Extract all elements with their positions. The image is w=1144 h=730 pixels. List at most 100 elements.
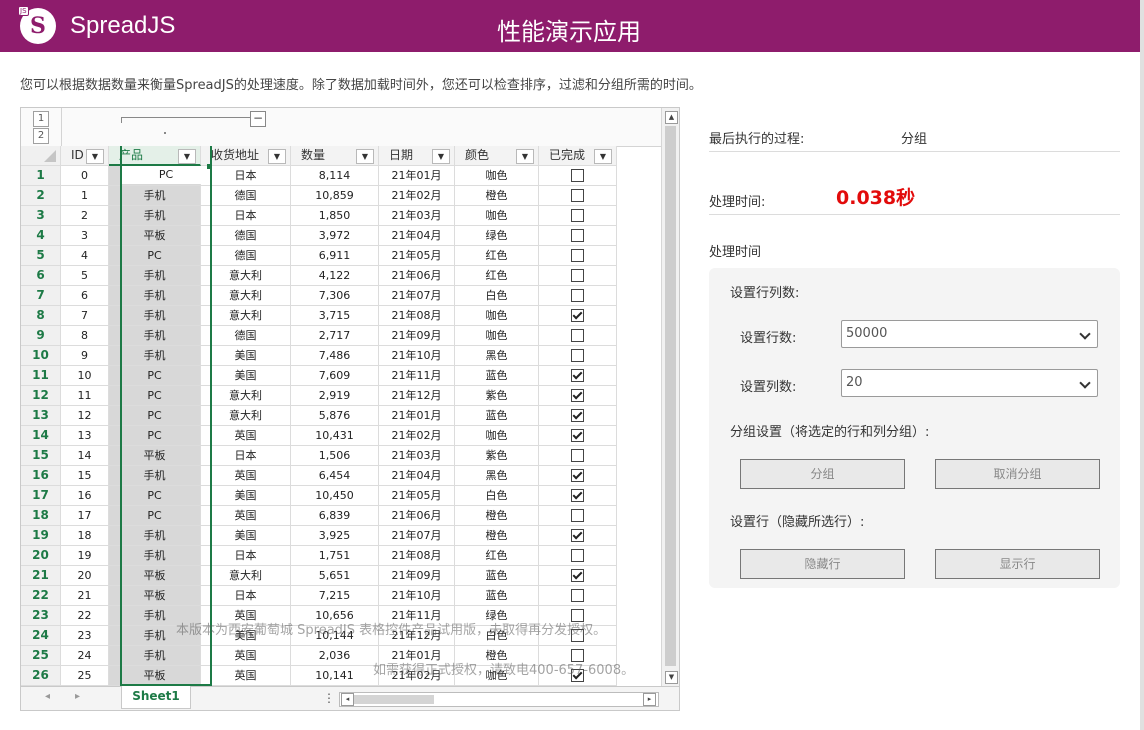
filter-dropdown-icon[interactable]: ▼: [432, 149, 450, 164]
data-cell[interactable]: 3,715: [291, 306, 379, 326]
row-header[interactable]: 13: [21, 406, 61, 426]
fill-handle[interactable]: [207, 164, 212, 169]
data-cell[interactable]: 0: [61, 166, 109, 186]
unchecked-checkbox[interactable]: [571, 328, 584, 342]
data-cell[interactable]: 2,919: [291, 386, 379, 406]
checkbox-cell[interactable]: [539, 266, 617, 286]
data-cell[interactable]: 21年04月: [379, 466, 455, 486]
unchecked-checkbox[interactable]: [571, 448, 584, 462]
checked-checkbox[interactable]: [571, 408, 584, 422]
data-cell[interactable]: 7,215: [291, 586, 379, 606]
data-cell[interactable]: 7,306: [291, 286, 379, 306]
unchecked-checkbox[interactable]: [571, 168, 584, 182]
data-cell[interactable]: 10: [61, 366, 109, 386]
unchecked-checkbox[interactable]: [571, 508, 584, 522]
data-cell[interactable]: 英国: [201, 466, 291, 486]
row-header[interactable]: 17: [21, 486, 61, 506]
data-cell[interactable]: 德国: [201, 186, 291, 206]
data-cell[interactable]: 美国: [201, 346, 291, 366]
data-cell[interactable]: 10,656: [291, 606, 379, 626]
data-cell[interactable]: 21年02月: [379, 186, 455, 206]
checkbox-cell[interactable]: [539, 386, 617, 406]
data-cell[interactable]: 蓝色: [455, 566, 539, 586]
row-header[interactable]: 7: [21, 286, 61, 306]
data-cell[interactable]: 10,141: [291, 666, 379, 686]
data-cell[interactable]: 手机: [109, 626, 201, 646]
data-cell[interactable]: 21年10月: [379, 346, 455, 366]
data-cell[interactable]: 21年01月: [379, 166, 455, 186]
data-cell[interactable]: 黑色: [455, 466, 539, 486]
data-cell[interactable]: 3,972: [291, 226, 379, 246]
data-cell[interactable]: 7: [61, 306, 109, 326]
data-cell[interactable]: 6,454: [291, 466, 379, 486]
unchecked-checkbox[interactable]: [571, 588, 584, 602]
data-cell[interactable]: 平板: [109, 446, 201, 466]
data-cell[interactable]: 英国: [201, 666, 291, 686]
data-cell[interactable]: 意大利: [201, 286, 291, 306]
data-cell[interactable]: 15: [61, 466, 109, 486]
unchecked-checkbox[interactable]: [571, 348, 584, 362]
row-header[interactable]: 18: [21, 506, 61, 526]
row-header[interactable]: 20: [21, 546, 61, 566]
data-cell[interactable]: 21年09月: [379, 326, 455, 346]
checkbox-cell[interactable]: [539, 666, 617, 686]
data-cell[interactable]: 21年03月: [379, 206, 455, 226]
checkbox-cell[interactable]: [539, 526, 617, 546]
data-cell[interactable]: 意大利: [201, 386, 291, 406]
column-header[interactable]: 产品 ▼: [109, 146, 201, 166]
data-cell[interactable]: 咖色: [455, 166, 539, 186]
data-cell[interactable]: 1,506: [291, 446, 379, 466]
data-cell[interactable]: 17: [61, 506, 109, 526]
data-cell[interactable]: PC: [109, 246, 201, 266]
data-cell[interactable]: 14: [61, 446, 109, 466]
checkbox-cell[interactable]: [539, 246, 617, 266]
data-cell[interactable]: 橙色: [455, 506, 539, 526]
filter-dropdown-icon[interactable]: ▼: [86, 149, 104, 164]
data-cell[interactable]: 4,122: [291, 266, 379, 286]
row-header[interactable]: 12: [21, 386, 61, 406]
data-cell[interactable]: 21年07月: [379, 526, 455, 546]
data-cell[interactable]: 6: [61, 286, 109, 306]
data-cell[interactable]: 5: [61, 266, 109, 286]
row-header[interactable]: 22: [21, 586, 61, 606]
data-cell[interactable]: 蓝色: [455, 586, 539, 606]
data-cell[interactable]: 21年01月: [379, 406, 455, 426]
data-cell[interactable]: 21年03月: [379, 446, 455, 466]
data-cell[interactable]: 意大利: [201, 566, 291, 586]
row-header[interactable]: 19: [21, 526, 61, 546]
data-cell[interactable]: PC: [109, 506, 201, 526]
checkbox-cell[interactable]: [539, 606, 617, 626]
data-cell[interactable]: 手机: [109, 306, 201, 326]
data-cell[interactable]: 21年02月: [379, 666, 455, 686]
checkbox-cell[interactable]: [539, 506, 617, 526]
unchecked-checkbox[interactable]: [571, 648, 584, 662]
unchecked-checkbox[interactable]: [571, 208, 584, 222]
checkbox-cell[interactable]: [539, 466, 617, 486]
row-header[interactable]: 9: [21, 326, 61, 346]
filter-dropdown-icon[interactable]: ▼: [178, 149, 196, 164]
row-header[interactable]: 24: [21, 626, 61, 646]
column-header[interactable]: 日期 ▼: [379, 146, 455, 166]
ungroup-button[interactable]: 取消分组: [935, 459, 1100, 489]
column-header[interactable]: ID ▼: [61, 146, 109, 166]
checkbox-cell[interactable]: [539, 566, 617, 586]
data-cell[interactable]: 咖色: [455, 206, 539, 226]
checkbox-cell[interactable]: [539, 486, 617, 506]
unchecked-checkbox[interactable]: [571, 608, 584, 622]
vertical-scroll-thumb[interactable]: [665, 126, 676, 666]
data-cell[interactable]: 绿色: [455, 606, 539, 626]
data-cell[interactable]: 咖色: [455, 326, 539, 346]
data-cell[interactable]: 9: [61, 346, 109, 366]
row-header[interactable]: 3: [21, 206, 61, 226]
data-cell[interactable]: PC: [109, 386, 201, 406]
data-cell[interactable]: 咖色: [455, 426, 539, 446]
group-collapse-button[interactable]: −: [250, 111, 266, 127]
checkbox-cell[interactable]: [539, 586, 617, 606]
data-cell[interactable]: 8: [61, 326, 109, 346]
checkbox-cell[interactable]: [539, 206, 617, 226]
checkbox-cell[interactable]: [539, 306, 617, 326]
next-sheet-icon[interactable]: ▸: [75, 691, 80, 702]
data-cell[interactable]: 美国: [201, 526, 291, 546]
data-cell[interactable]: 5,876: [291, 406, 379, 426]
data-cell[interactable]: 意大利: [201, 266, 291, 286]
